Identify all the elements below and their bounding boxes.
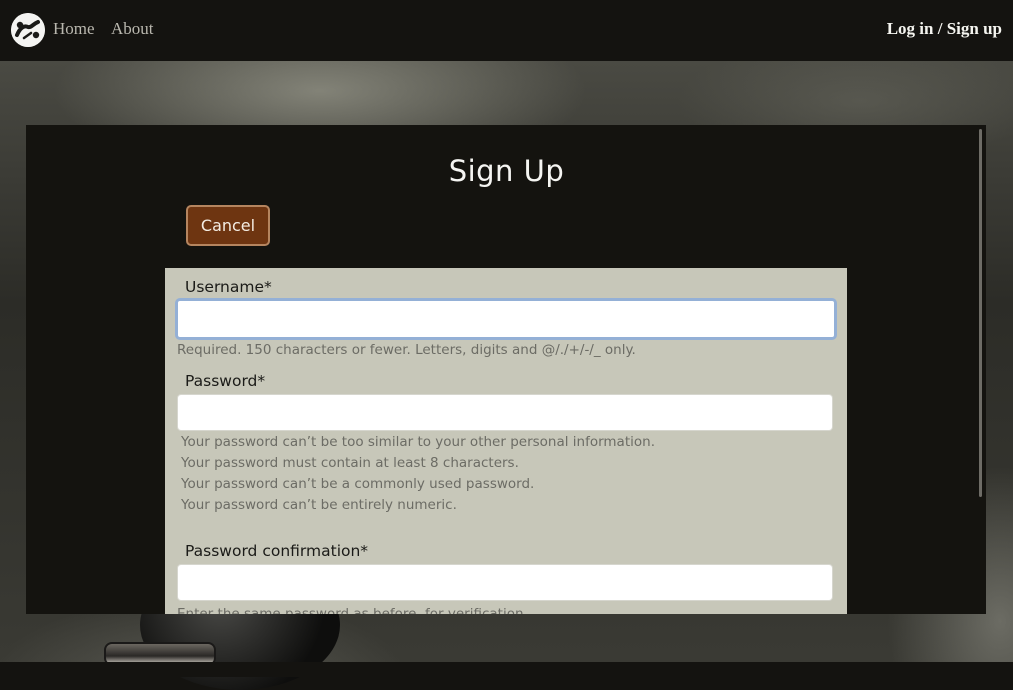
username-input[interactable] (175, 298, 837, 340)
password-confirmation-label: Password confirmation* (185, 542, 369, 560)
username-label: Username* (185, 278, 272, 296)
password-input[interactable] (177, 394, 833, 431)
cancel-button[interactable]: Cancel (186, 205, 270, 246)
password-confirmation-input[interactable] (177, 564, 833, 601)
navbar: Home About Log in / Sign up (0, 0, 1013, 61)
page-title: Sign Up (448, 154, 565, 188)
password-label: Password* (185, 372, 266, 390)
nav-about-link[interactable]: About (111, 19, 154, 39)
password-confirmation-help-text: Enter the same password as before, for v… (177, 606, 528, 614)
list-item: Your password must contain at least 8 ch… (181, 455, 519, 471)
username-help-text: Required. 150 characters or fewer. Lette… (177, 342, 636, 358)
password-help-list: Your password can’t be too similar to yo… (181, 432, 655, 516)
login-signup-link[interactable]: Log in / Sign up (887, 19, 1002, 39)
list-item: Your password can’t be too similar to yo… (181, 434, 655, 450)
dumbbell-logo-icon[interactable] (11, 13, 45, 47)
footer-strip (0, 662, 1013, 677)
nav-home-link[interactable]: Home (53, 19, 95, 39)
list-item: Your password can’t be a commonly used p… (181, 476, 535, 492)
list-item: Your password can’t be entirely numeric. (181, 497, 457, 513)
signup-form: Username* Required. 150 characters or fe… (165, 268, 847, 614)
